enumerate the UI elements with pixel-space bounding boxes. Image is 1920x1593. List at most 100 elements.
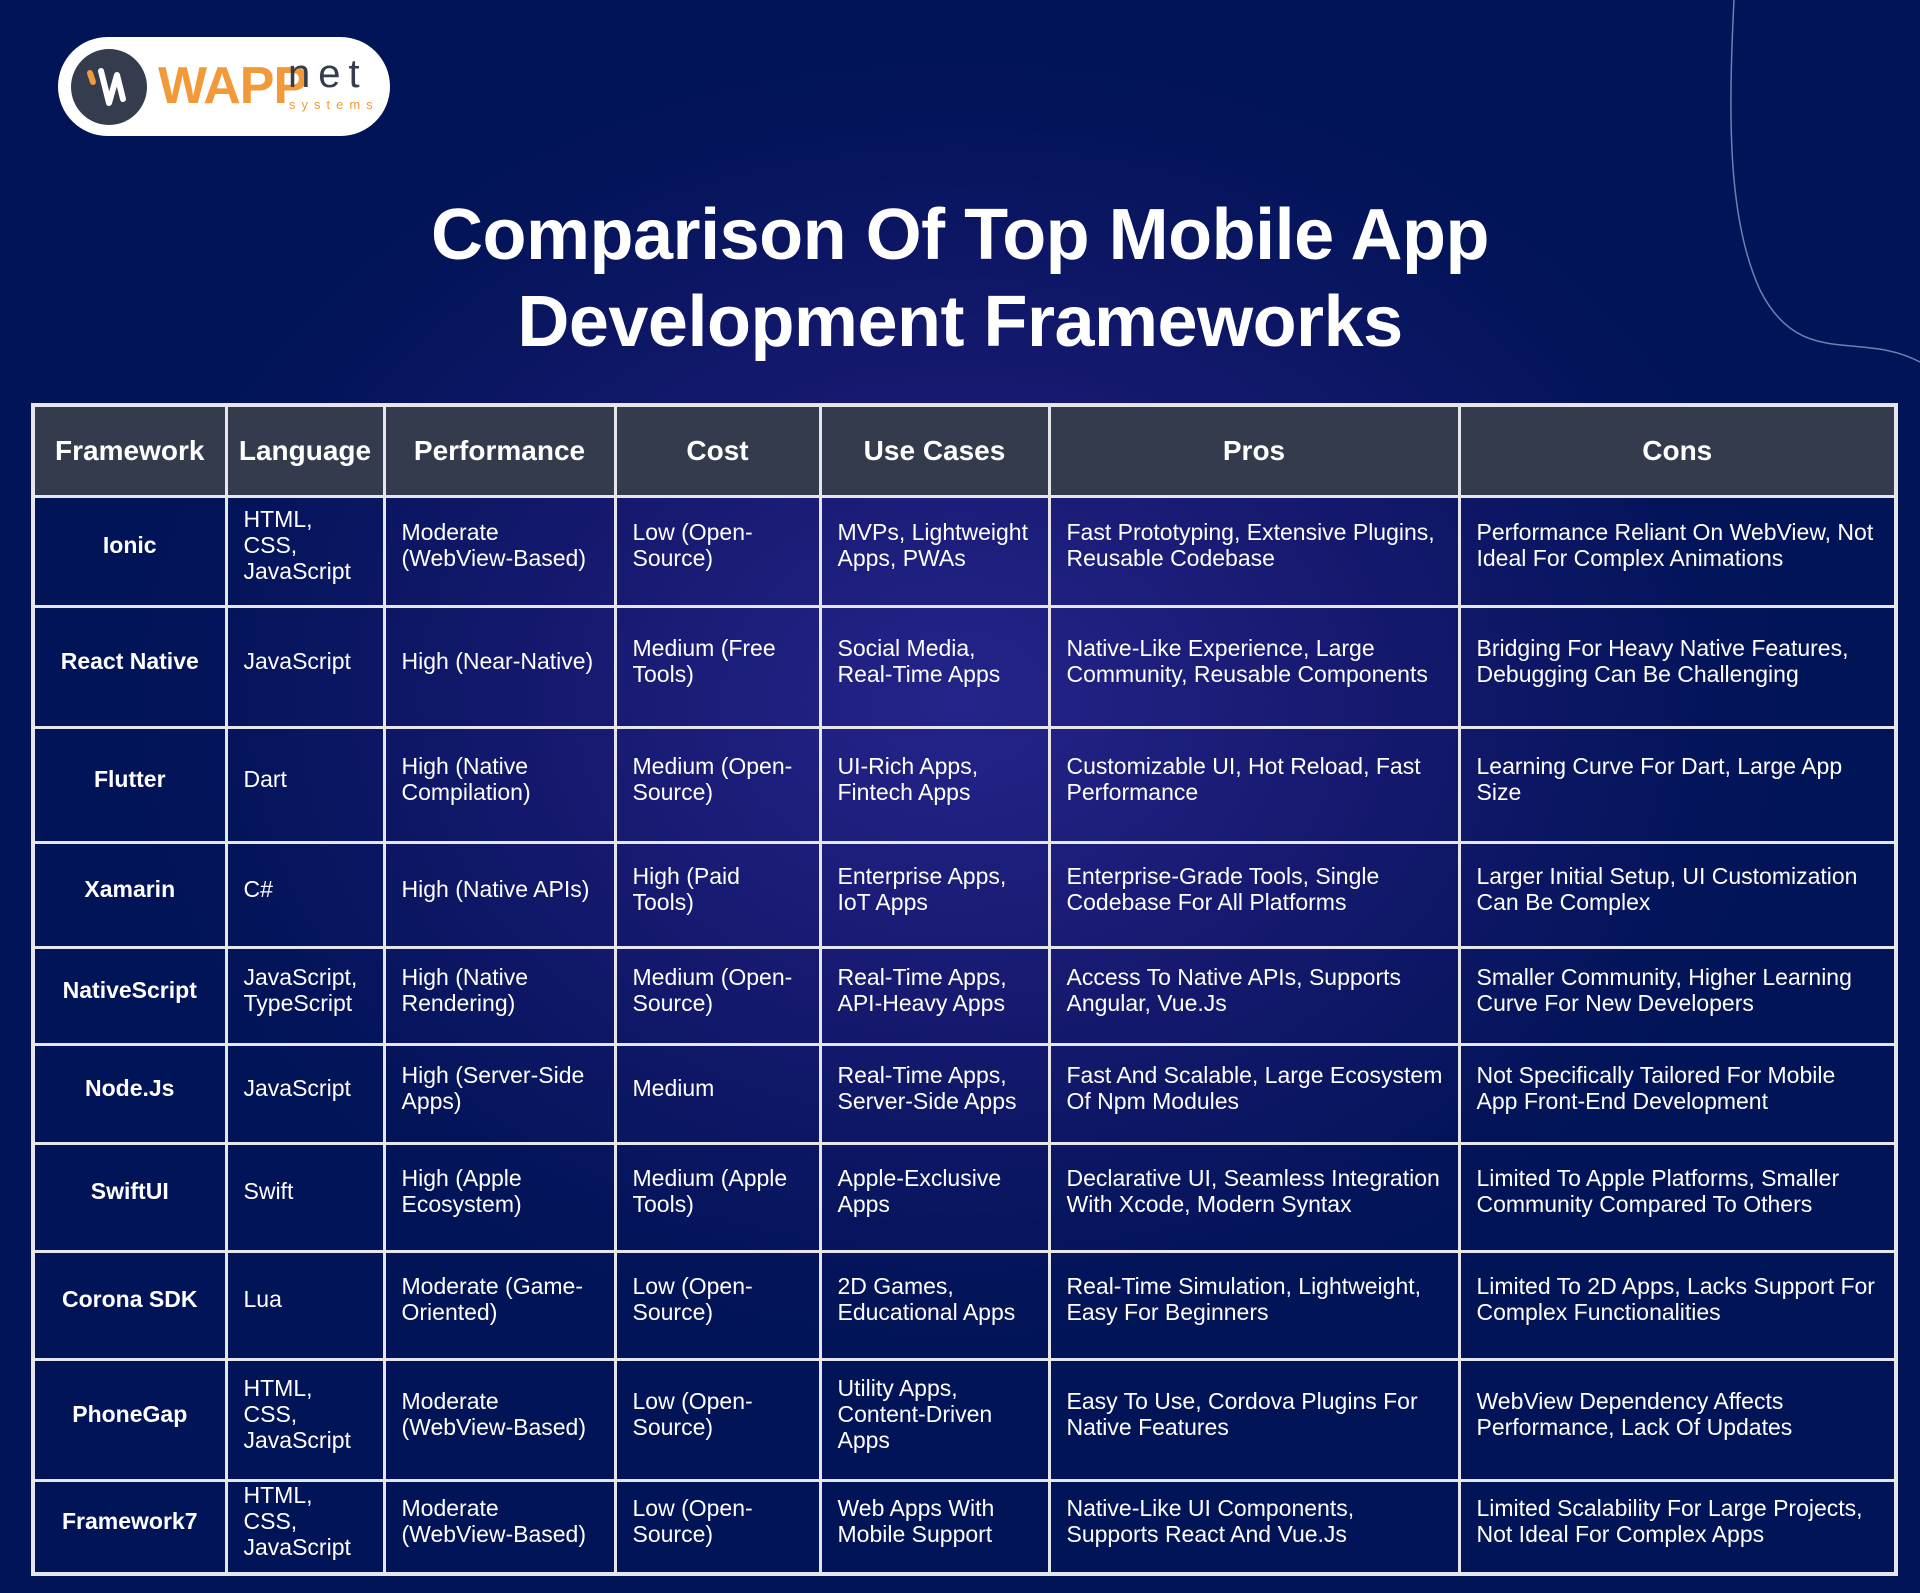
cell-text: 2D Games, Educational Apps — [837, 1273, 1016, 1325]
table-row: React Native JavaScript High (Near-Native)… — [31, 604, 1898, 729]
cell-text: HTML, CSS, JavaScript — [243, 506, 351, 584]
cell-framework: React Native — [31, 604, 228, 729]
cell-use-cases: 2D Games, Educational Apps — [818, 1249, 1051, 1361]
cell-text: Moderate (WebView-Based) — [401, 1387, 587, 1440]
cell-use-cases: Real-Time Apps, API-Heavy Apps — [818, 945, 1051, 1046]
cell-text: High (Apple Ecosystem) — [401, 1165, 522, 1217]
cell-text: MVPs, Lightweight Apps, PWAs — [837, 519, 1028, 571]
cell-text: WebView Dependency Affects Performance, … — [1476, 1387, 1793, 1440]
cell-cost: Medium (Free Tools) — [613, 604, 822, 729]
cell-cons: Larger Initial Setup, UI Customization C… — [1457, 840, 1898, 949]
cell-text: JavaScript — [243, 647, 351, 674]
cell-language: Swift — [224, 1141, 386, 1253]
table-row: PhoneGap HTML, CSS, JavaScript Moderate (W… — [31, 1357, 1898, 1482]
cell-text: Medium — [632, 1074, 715, 1101]
logo-w-icon — [71, 49, 147, 125]
cell-text: Limited To Apple Platforms, Smaller Comm… — [1476, 1165, 1840, 1217]
table-row: NativeScript JavaScript, TypeScript High (… — [31, 945, 1898, 1046]
cell-text: Smaller Community, Higher Learning Curve… — [1476, 963, 1852, 1016]
table-header-row: Framework Language Performance Cost Use … — [31, 405, 1898, 498]
cell-framework: Framework7 — [31, 1478, 228, 1575]
cell-text: Larger Initial Setup, UI Customization C… — [1476, 862, 1858, 915]
cell-use-cases: UI-Rich Apps, Fintech Apps — [818, 725, 1051, 844]
cell-cons: Bridging For Heavy Native Features, Debu… — [1457, 604, 1898, 729]
cell-text: Not Specifically Tailored For Mobile App… — [1476, 1061, 1836, 1114]
cell-cost: Low (Open-Source) — [613, 494, 822, 608]
table-row: Node.Js JavaScript High (Server-Side Apps)… — [31, 1042, 1898, 1145]
cell-framework: NativeScript — [31, 945, 228, 1046]
cell-use-cases: Utility Apps, Content-Driven Apps — [818, 1357, 1051, 1482]
header-cost: Cost — [613, 405, 822, 498]
cell-use-cases: Real-Time Apps, Server-Side Apps — [818, 1042, 1051, 1145]
cell-text: Limited To 2D Apps, Lacks Support For Co… — [1476, 1273, 1875, 1325]
cell-text: High (Native Compilation) — [401, 752, 531, 805]
cell-framework: Node.Js — [31, 1042, 228, 1145]
cell-language: HTML, CSS, JavaScript — [224, 1357, 386, 1482]
cell-text: High (Native APIs) — [401, 875, 590, 902]
header-framework: Framework — [31, 405, 228, 498]
cell-pros: Real-Time Simulation, Lightweight, Easy … — [1047, 1249, 1461, 1361]
cell-pros: Declarative UI, Seamless Integration Wit… — [1047, 1141, 1461, 1253]
header-cons: Cons — [1457, 405, 1898, 498]
cell-text: Enterprise-Grade Tools, Single Codebase … — [1066, 862, 1380, 915]
table-row: Flutter Dart High (Native Compilation) Medi… — [31, 725, 1898, 844]
cell-text: Web Apps With Mobile Support — [837, 1494, 995, 1547]
logo-brand-primary: WAPP — [158, 57, 308, 115]
cell-text: Real-Time Apps, API-Heavy Apps — [837, 963, 1007, 1016]
cell-performance: High (Apple Ecosystem) — [382, 1141, 617, 1253]
cell-text: Framework7 — [61, 1507, 198, 1534]
cell-text: Flutter — [93, 765, 166, 792]
cell-text: Fast And Scalable, Large Ecosystem Of Np… — [1066, 1061, 1443, 1114]
cell-language: C# — [224, 840, 386, 949]
cell-language: JavaScript — [224, 1042, 386, 1145]
header-pros: Pros — [1047, 405, 1461, 498]
cell-text: Limited Scalability For Large Projects, … — [1476, 1494, 1863, 1547]
cell-cost: Medium (Open-Source) — [613, 945, 822, 1046]
cell-performance: Moderate (WebView-Based) — [382, 494, 617, 608]
cell-text: Dart — [243, 765, 287, 792]
cell-text: Access To Native APIs, Supports Angular,… — [1066, 963, 1402, 1016]
cell-cons: Limited To 2D Apps, Lacks Support For Co… — [1457, 1249, 1898, 1361]
cell-performance: High (Native APIs) — [382, 840, 617, 949]
cell-cost: Low (Open-Source) — [613, 1357, 822, 1482]
title-line-2: Development Frameworks — [517, 282, 1403, 362]
header-use-cases: Use Cases — [818, 405, 1051, 498]
cell-pros: Easy To Use, Cordova Plugins For Native … — [1047, 1357, 1461, 1482]
cell-text: Xamarin — [84, 875, 176, 902]
cell-cons: Not Specifically Tailored For Mobile App… — [1457, 1042, 1898, 1145]
cell-language: JavaScript, TypeScript — [224, 945, 386, 1046]
cell-performance: Moderate (WebView-Based) — [382, 1357, 617, 1482]
cell-performance: High (Server-Side Apps) — [382, 1042, 617, 1145]
cell-text: High (Near-Native) — [401, 647, 594, 674]
cell-use-cases: Social Media, Real-Time Apps — [818, 604, 1051, 729]
cell-cost: High (Paid Tools) — [613, 840, 822, 949]
cell-text: Moderate (WebView-Based) — [401, 519, 587, 571]
table-row: Xamarin C# High (Native APIs) High (Paid To… — [31, 840, 1898, 949]
cell-text: Fast Prototyping, Extensive Plugins, Reu… — [1066, 519, 1435, 571]
cell-text: Node.Js — [85, 1074, 175, 1101]
cell-text: Native-Like Experience, Large Community,… — [1066, 634, 1428, 687]
cell-cost: Medium (Open-Source) — [613, 725, 822, 844]
cell-text: Learning Curve For Dart, Large App Size — [1476, 752, 1843, 805]
cell-text: Easy To Use, Cordova Plugins For Native … — [1066, 1387, 1418, 1440]
cell-text: Real-Time Apps, Server-Side Apps — [837, 1061, 1017, 1114]
logo-brand-secondary: net — [288, 52, 368, 96]
cell-text: Real-Time Simulation, Lightweight, Easy … — [1066, 1273, 1422, 1325]
comparison-table: Framework Language Performance Cost Use … — [31, 403, 1898, 1576]
cell-use-cases: Apple-Exclusive Apps — [818, 1141, 1051, 1253]
cell-performance: Moderate (WebView-Based) — [382, 1478, 617, 1575]
cell-text: Lua — [243, 1286, 282, 1312]
cell-cons: Smaller Community, Higher Learning Curve… — [1457, 945, 1898, 1046]
cell-text: Moderate (WebView-Based) — [401, 1494, 587, 1547]
cell-text: JavaScript, TypeScript — [243, 963, 358, 1016]
cell-text: Low (Open-Source) — [632, 1273, 753, 1325]
cell-text: Low (Open-Source) — [632, 1494, 753, 1547]
cell-text: Customizable UI, Hot Reload, Fast Perfor… — [1066, 752, 1421, 805]
cell-text: Native-Like UI Components, Supports Reac… — [1066, 1494, 1355, 1547]
cell-text: Low (Open-Source) — [632, 1387, 753, 1440]
cell-performance: High (Near-Native) — [382, 604, 617, 729]
cell-cons: Learning Curve For Dart, Large App Size — [1457, 725, 1898, 844]
cell-language: JavaScript — [224, 604, 386, 729]
cell-text: Medium (Apple Tools) — [632, 1165, 788, 1217]
header-performance: Performance — [382, 405, 617, 498]
